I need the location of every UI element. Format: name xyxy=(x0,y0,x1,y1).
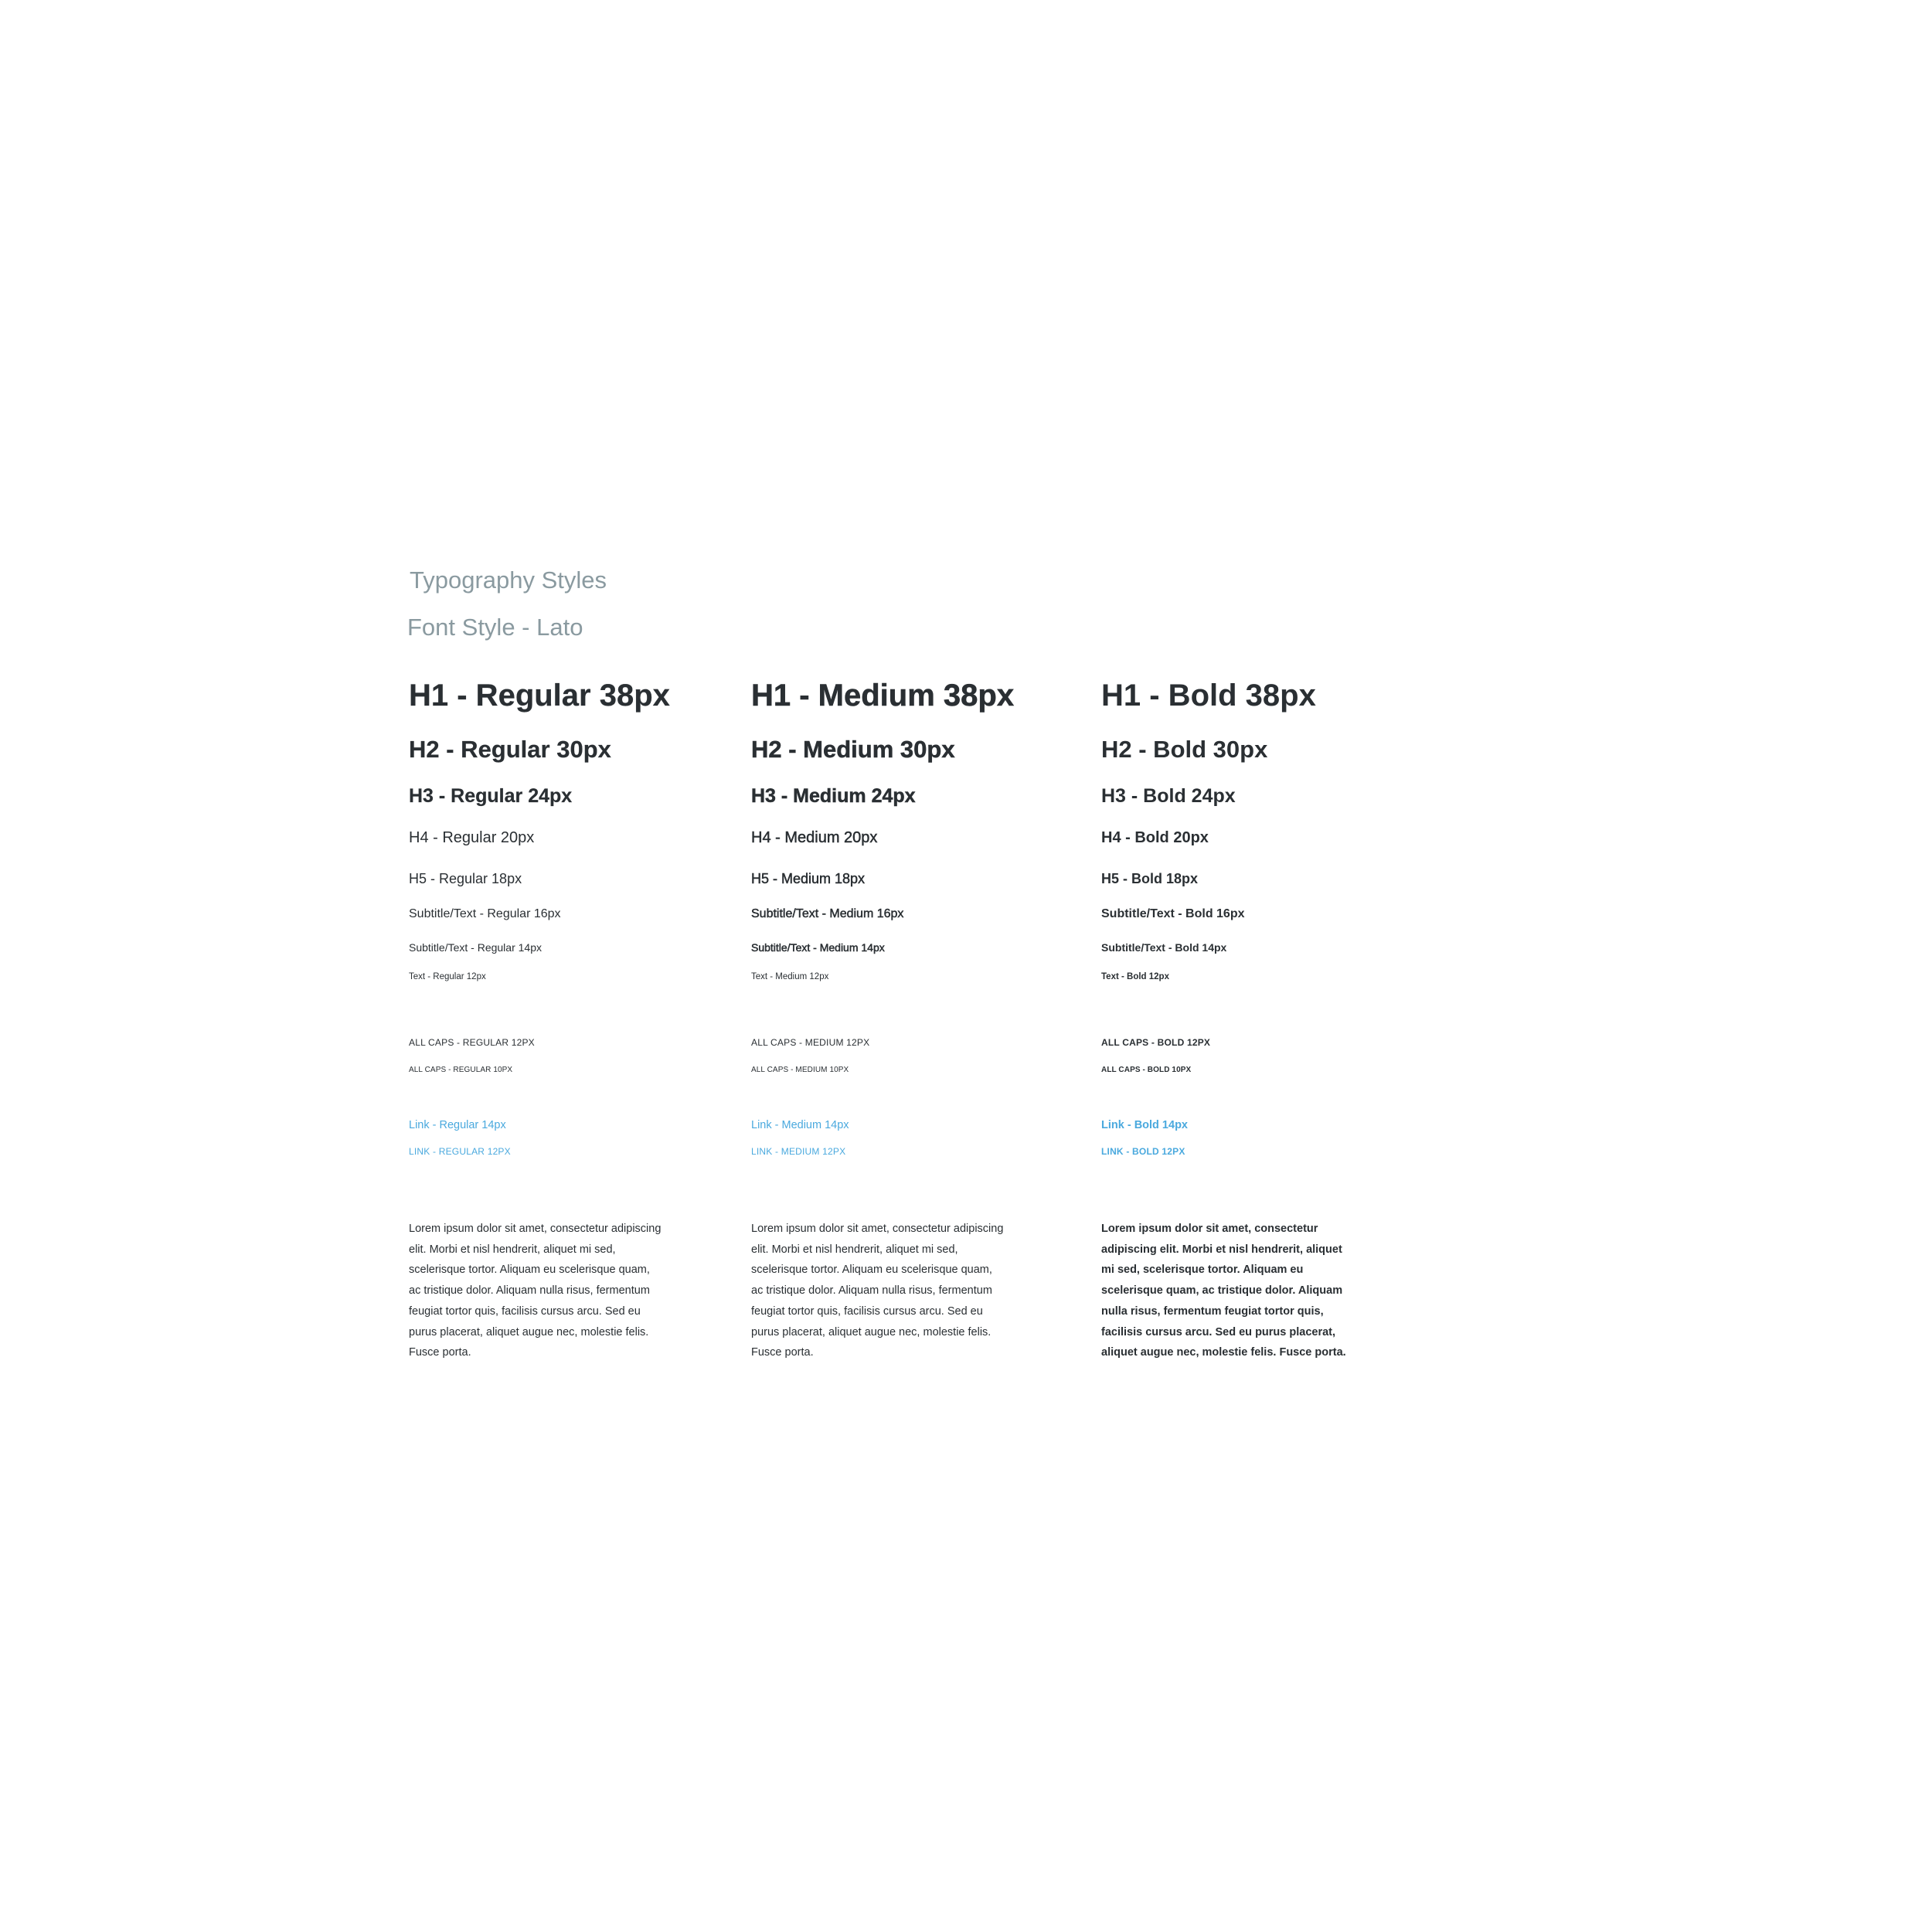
sample-subtitle-14: Subtitle/Text - Regular 14px xyxy=(409,941,542,954)
sample-all-caps-12: ALL CAPS - MEDIUM 12PX xyxy=(751,1037,870,1048)
sample-text-12: Text - Regular 12px xyxy=(409,972,486,981)
sample-paragraph: Lorem ipsum dolor sit amet, consectetur … xyxy=(751,1223,1004,1359)
sample-text-12: Text - Medium 12px xyxy=(751,972,829,981)
sample-h4: H4 - Bold 20px xyxy=(1101,829,1209,846)
sample-link-12[interactable]: LINK - REGULAR 12PX xyxy=(409,1147,511,1156)
sample-link-12[interactable]: LINK - BOLD 12PX xyxy=(1101,1147,1185,1156)
sample-paragraph: Lorem ipsum dolor sit amet, consectetur … xyxy=(409,1223,662,1359)
sample-all-caps-12: ALL CAPS - BOLD 12PX xyxy=(1101,1037,1211,1048)
sample-all-caps-10: ALL CAPS - REGULAR 10PX xyxy=(409,1066,513,1074)
sample-h5: H5 - Regular 18px xyxy=(409,871,522,886)
sample-h2: H2 - Bold 30px xyxy=(1101,736,1268,763)
sample-h5: H5 - Medium 18px xyxy=(751,871,866,886)
sample-h2: H2 - Medium 30px xyxy=(751,736,955,763)
sample-all-caps-10: ALL CAPS - MEDIUM 10PX xyxy=(751,1066,849,1074)
sample-paragraph: Lorem ipsum dolor sit amet, consectetur … xyxy=(1101,1223,1346,1359)
sample-h3: H3 - Bold 24px xyxy=(1101,785,1236,807)
page-title: Typography Styles xyxy=(410,566,607,594)
sample-link-14[interactable]: Link - Medium 14px xyxy=(751,1120,849,1131)
sample-h3: H3 - Medium 24px xyxy=(751,785,916,807)
sample-h1: H1 - Regular 38px xyxy=(409,679,670,713)
sample-h4: H4 - Regular 20px xyxy=(409,829,535,846)
sample-link-12[interactable]: LINK - MEDIUM 12PX xyxy=(751,1147,845,1156)
sample-link-14[interactable]: Link - Regular 14px xyxy=(409,1120,506,1131)
sample-subtitle-16: Subtitle/Text - Bold 16px xyxy=(1101,907,1245,920)
sample-h2: H2 - Regular 30px xyxy=(409,736,611,763)
sample-h5: H5 - Bold 18px xyxy=(1101,871,1199,886)
sample-h1: H1 - Medium 38px xyxy=(751,679,1015,713)
sample-all-caps-12: ALL CAPS - REGULAR 12PX xyxy=(409,1037,535,1048)
sample-h3: H3 - Regular 24px xyxy=(409,785,573,807)
sample-text-12: Text - Bold 12px xyxy=(1101,972,1169,981)
font-style-label: Font Style - Lato xyxy=(407,614,583,641)
sample-all-caps-10: ALL CAPS - BOLD 10PX xyxy=(1101,1066,1192,1074)
sample-h4: H4 - Medium 20px xyxy=(751,829,878,846)
sample-subtitle-14: Subtitle/Text - Bold 14px xyxy=(1101,941,1227,954)
sample-subtitle-16: Subtitle/Text - Medium 16px xyxy=(751,907,904,920)
sample-link-14[interactable]: Link - Bold 14px xyxy=(1101,1120,1188,1131)
sample-subtitle-16: Subtitle/Text - Regular 16px xyxy=(409,907,561,920)
sample-h1: H1 - Bold 38px xyxy=(1101,679,1316,713)
sample-subtitle-14: Subtitle/Text - Medium 14px xyxy=(751,941,885,954)
